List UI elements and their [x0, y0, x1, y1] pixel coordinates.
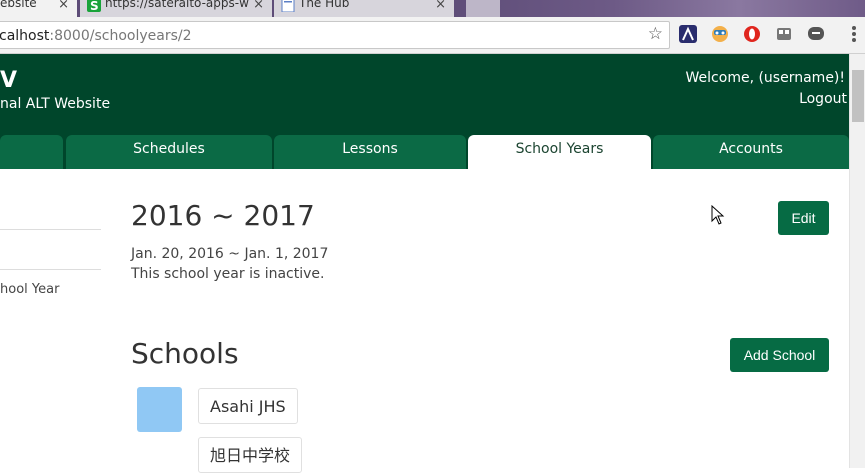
browser-toolbar: calhost:8000/schoolyears/2 ☆	[0, 17, 865, 54]
browser-tab-strip: ebsite × S https://sateraito-apps-w × Th…	[0, 0, 865, 17]
school-year-status: This school year is inactive.	[131, 266, 325, 282]
sidebar-item-school-year[interactable]: hool Year	[0, 282, 59, 297]
close-icon[interactable]: ×	[253, 0, 264, 11]
site-subtitle: nal ALT Website	[0, 96, 111, 112]
extension-lambda-icon[interactable]	[679, 25, 697, 43]
tab-lessons[interactable]: Lessons	[274, 135, 466, 169]
sidebar-divider	[0, 269, 101, 270]
tab-schedules[interactable]: Schedules	[66, 135, 272, 169]
sidebar-divider	[0, 229, 101, 230]
line-chat-icon[interactable]	[807, 25, 825, 43]
url-text: calhost:8000/schoolyears/2	[0, 28, 192, 44]
bookmark-star-icon[interactable]: ☆	[648, 24, 663, 44]
address-bar[interactable]: calhost:8000/schoolyears/2 ☆	[0, 21, 670, 49]
browser-theme-background	[445, 0, 865, 17]
mouse-cursor-icon	[711, 205, 725, 225]
close-icon[interactable]: ×	[58, 0, 69, 11]
svg-text:S: S	[90, 0, 99, 12]
browser-tab-title: https://sateraito-apps-w	[105, 0, 249, 10]
browser-menu-icon[interactable]	[852, 26, 856, 44]
page-title: 2016 ~ 2017	[131, 199, 315, 232]
tab-accounts[interactable]: Accounts	[653, 135, 849, 169]
site-brand[interactable]: V	[0, 68, 17, 93]
extension-face-icon[interactable]	[711, 25, 729, 43]
welcome-message: Welcome, (username)!	[685, 70, 845, 86]
browser-tab-title: ebsite	[0, 0, 37, 10]
school-color-swatch	[137, 387, 182, 432]
add-school-button[interactable]: Add School	[730, 338, 829, 372]
extension-grid-icon[interactable]	[775, 25, 793, 43]
school-year-dates: Jan. 20, 2016 ~ Jan. 1, 2017	[131, 246, 329, 262]
school-name-english[interactable]: Asahi JHS	[198, 388, 298, 424]
scrollbar-thumb[interactable]	[852, 70, 864, 122]
page-scrollbar[interactable]	[849, 54, 865, 468]
schools-heading: Schools	[131, 337, 239, 370]
edit-button[interactable]: Edit	[778, 201, 829, 235]
browser-tab-sateraito[interactable]: S https://sateraito-apps-w ×	[80, 0, 272, 17]
document-favicon-icon	[281, 0, 295, 12]
browser-tab-title: The Hub	[299, 0, 350, 10]
close-icon[interactable]: ×	[435, 0, 446, 11]
browser-tab-hub[interactable]: The Hub ×	[274, 0, 454, 17]
tab-school-years[interactable]: School Years	[468, 135, 651, 169]
new-tab-button[interactable]	[466, 0, 500, 17]
tab-home[interactable]	[0, 135, 63, 169]
site-header: V nal ALT Website Welcome, (username)! L…	[0, 54, 849, 169]
sateraito-favicon-icon: S	[87, 0, 101, 12]
browser-tab-active[interactable]: ebsite ×	[0, 0, 77, 17]
opera-icon[interactable]	[743, 25, 761, 43]
logout-link[interactable]: Logout	[799, 91, 847, 107]
